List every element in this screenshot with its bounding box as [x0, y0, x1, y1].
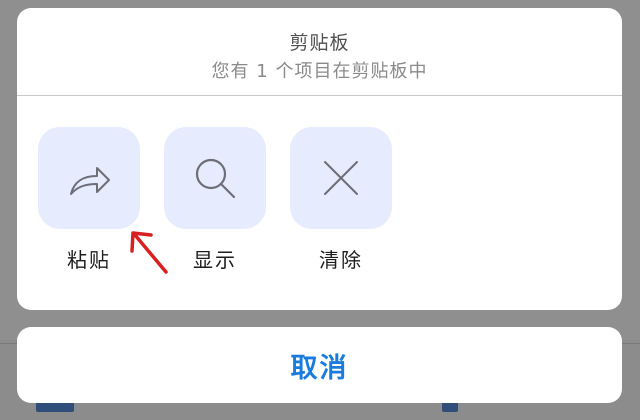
close-icon [324, 161, 358, 195]
sheet-divider [17, 95, 622, 96]
paste-label: 粘贴 [67, 248, 111, 272]
search-icon [195, 158, 236, 199]
cancel-button[interactable]: 取消 [17, 327, 622, 403]
share-arrow-icon [70, 167, 110, 195]
show-label: 显示 [193, 248, 237, 272]
clear-label: 清除 [319, 248, 363, 272]
show-button[interactable] [164, 127, 266, 229]
paste-action[interactable]: 粘贴 [38, 127, 140, 273]
clipboard-action-sheet: 剪贴板 您有 1 个项目在剪贴板中 粘贴 显示 清除 [17, 8, 622, 310]
clear-action[interactable]: 清除 [290, 127, 392, 273]
red-annotation-arrow [130, 231, 168, 274]
sheet-title: 剪贴板 [289, 32, 350, 54]
sheet-subtitle: 您有 1 个项目在剪贴板中 [211, 61, 428, 82]
paste-button[interactable] [38, 127, 140, 229]
sheet-header: 剪贴板 您有 1 个项目在剪贴板中 [17, 8, 622, 95]
clear-button[interactable] [290, 127, 392, 229]
show-action[interactable]: 显示 [164, 127, 266, 273]
